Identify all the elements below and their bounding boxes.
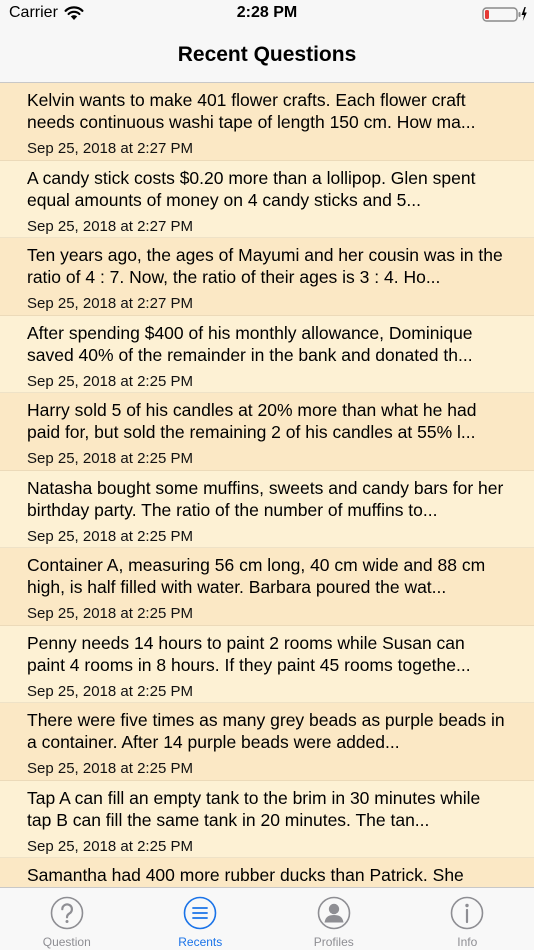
question-date: Sep 25, 2018 at 2:25 PM [27,682,193,700]
question-text: After spending $400 of his monthly allow… [27,322,473,365]
list-item[interactable]: A candy stick costs $0.20 more than a lo… [0,160,534,238]
status-bar: Carrier 2:28 PM [0,0,534,28]
tab-label: Recents [178,935,223,949]
list-item[interactable]: Natasha bought some muffins, sweets and … [0,470,534,548]
page-title: Recent Questions [177,43,357,66]
question-text: Harry sold 5 of his candles at 20% more … [27,400,477,442]
list-item[interactable]: Ten years ago, the ages of Mayumi and he… [0,238,534,316]
question-text: Kelvin wants to make 401 flower crafts. … [27,90,476,132]
list-item[interactable]: After spending $400 of his monthly allow… [0,315,534,393]
question-circle-icon [50,896,84,930]
list-item[interactable]: Kelvin wants to make 401 flower crafts. … [0,83,534,161]
question-text: There were five times as many grey beads… [27,710,505,752]
list-item[interactable]: Container A, measuring 56 cm long, 40 cm… [0,548,534,626]
tab-profiles[interactable]: Profiles [267,888,401,950]
status-time: 2:28 PM [236,4,298,21]
list-item[interactable]: Penny needs 14 hours to paint 2 rooms wh… [0,625,534,703]
person-circle-icon [317,896,351,930]
tab-recents[interactable]: Recents [134,888,268,950]
list-circle-icon [183,896,217,930]
question-date: Sep 25, 2018 at 2:27 PM [27,295,193,312]
question-date: Sep 25, 2018 at 2:25 PM [27,372,193,390]
list-item[interactable]: Harry sold 5 of his candles at 20% more … [0,393,534,471]
question-text: Container A, measuring 56 cm long, 40 cm… [27,555,486,597]
battery-icon [482,7,527,22]
list-item[interactable]: There were five times as many grey beads… [0,703,534,781]
tab-label: Profiles [313,935,354,949]
tab-info[interactable]: Info [401,888,534,950]
tab-question[interactable]: Question [0,888,134,950]
question-date: Sep 25, 2018 at 2:25 PM [27,837,193,855]
info-circle-icon [450,896,484,930]
tab-bar: Question Recents Profiles Info [0,887,534,950]
question-text: Natasha bought some muffins, sweets and … [27,477,504,520]
question-date: Sep 25, 2018 at 2:25 PM [27,527,193,545]
list-item[interactable]: Tap A can fill an empty tank to the brim… [0,780,534,858]
list-item[interactable]: Samantha had 400 more rubber ducks than … [0,858,534,887]
question-text: Tap A can fill an empty tank to the brim… [27,787,481,830]
question-text: Samantha had 400 more rubber ducks than … [27,865,464,885]
question-date: Sep 25, 2018 at 2:25 PM [27,605,193,622]
question-date: Sep 25, 2018 at 2:25 PM [27,450,193,467]
question-date: Sep 25, 2018 at 2:27 PM [27,140,193,157]
recent-questions-list[interactable]: Kelvin wants to make 401 flower crafts. … [0,83,534,887]
question-date: Sep 25, 2018 at 2:27 PM [27,217,193,235]
question-text: Ten years ago, the ages of Mayumi and he… [27,245,503,287]
question-text: A candy stick costs $0.20 more than a lo… [27,167,476,210]
tab-label: Question [42,935,91,949]
question-date: Sep 25, 2018 at 2:25 PM [27,760,193,777]
tab-label: Info [457,935,478,949]
navigation-bar: Recent Questions [0,28,534,83]
question-text: Penny needs 14 hours to paint 2 rooms wh… [27,632,471,675]
